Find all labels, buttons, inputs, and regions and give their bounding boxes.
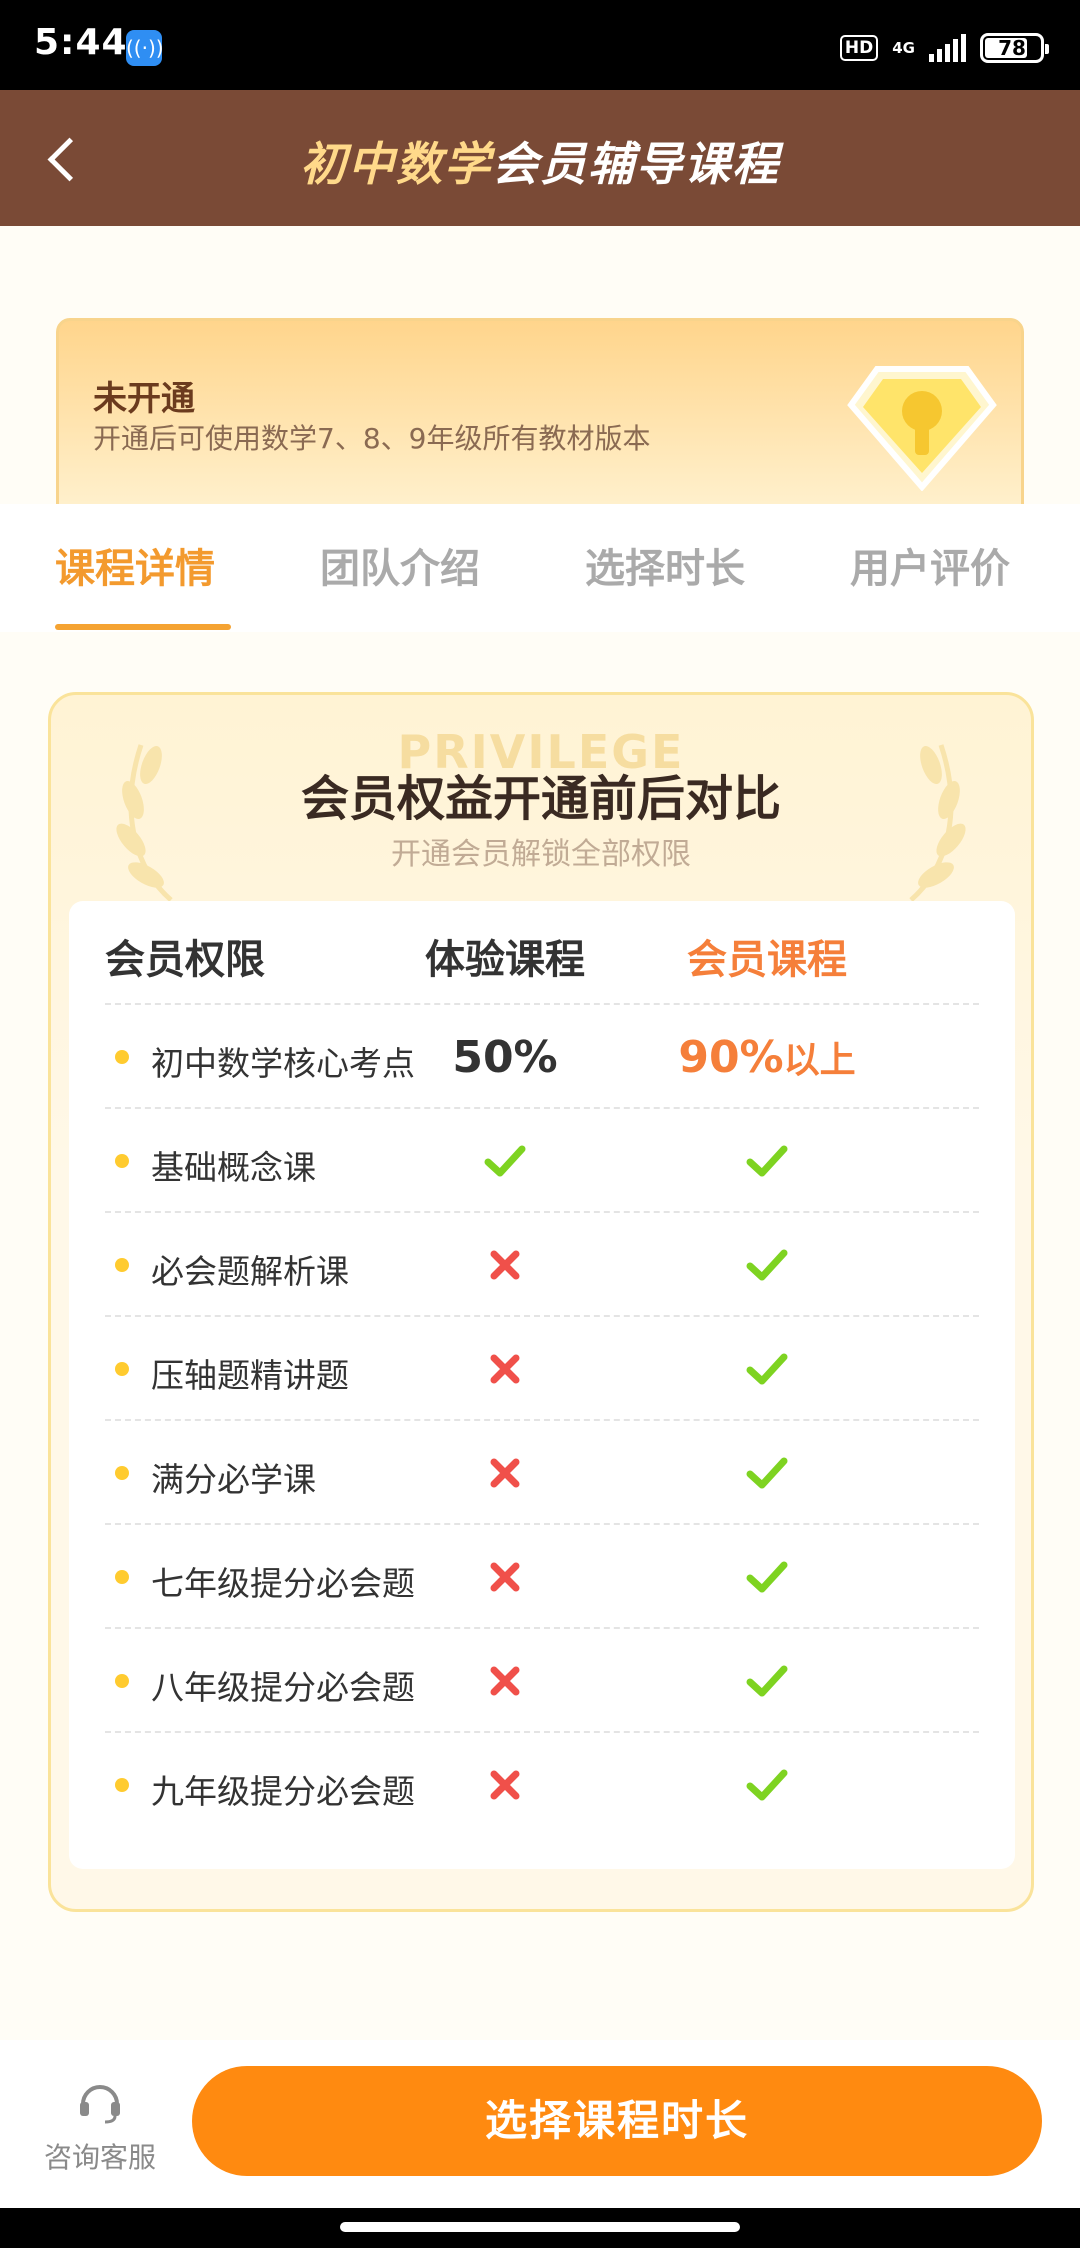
hd-badge: HD — [839, 35, 879, 61]
customer-service-button[interactable]: 咨询客服 — [30, 2076, 170, 2196]
cross-icon — [490, 1666, 520, 1696]
feature-name: 基础概念课 — [151, 1148, 316, 1187]
feature-name: 压轴题精讲题 — [151, 1356, 349, 1395]
comparison-panel: PRIVILEGE 会员权益开通前后对比 开通会员解锁全部权限 会员权限 体验课… — [48, 692, 1034, 1912]
feature-name: 七年级提分必会题 — [151, 1564, 415, 1603]
check-icon — [746, 1665, 788, 1697]
comparison-table: 会员权限 体验课程 会员课程 初中数学核心考点 50% 90% 以上基础概念课必会题解… — [69, 901, 1015, 1869]
trial-check-cell — [415, 1109, 595, 1213]
bullet-dot-icon — [115, 1570, 129, 1584]
home-indicator[interactable] — [340, 2222, 740, 2232]
member-value-cell: 90% 以上 — [667, 1005, 867, 1109]
comparison-subtitle: 开通会员解锁全部权限 — [391, 837, 691, 872]
check-icon — [746, 1249, 788, 1281]
trial-value-cell: 50% — [415, 1005, 595, 1109]
check-icon — [484, 1145, 526, 1177]
battery-icon: 78 — [980, 33, 1049, 63]
header-bar: 初中数学会员辅导课程 — [0, 90, 1080, 226]
signal-icon — [929, 34, 966, 62]
trial-cross-cell — [415, 1421, 595, 1525]
comparison-title: 会员权益开通前后对比 — [300, 771, 781, 827]
membership-card: 未开通 开通后可使用数学7、8、9年级所有教材版本 — [56, 318, 1024, 508]
member-percentage: 90% — [678, 1031, 784, 1083]
table-header: 会员权限 体验课程 会员课程 — [105, 901, 979, 1005]
trial-percentage: 50% — [452, 1031, 558, 1083]
diamond-badge-icon — [847, 366, 997, 491]
cross-icon — [490, 1354, 520, 1384]
cross-icon — [490, 1770, 520, 1800]
member-check-cell — [667, 1733, 867, 1837]
feature-name: 满分必学课 — [151, 1460, 316, 1499]
hotspot-icon: ((·)) — [126, 30, 164, 66]
page-title: 初中数学会员辅导课程 — [0, 128, 1080, 194]
choose-duration-button[interactable]: 选择课程时长 — [192, 2066, 1042, 2176]
header-permission: 会员权限 — [105, 937, 265, 983]
feature-name: 八年级提分必会题 — [151, 1668, 415, 1707]
feature-name: 九年级提分必会题 — [151, 1772, 415, 1811]
header-trial-course: 体验课程 — [425, 937, 585, 983]
table-row: 七年级提分必会题 — [105, 1525, 979, 1629]
tab-course-details[interactable]: 课程详情 — [55, 536, 215, 594]
navigation-bar — [0, 2208, 1080, 2248]
table-row: 九年级提分必会题 — [105, 1733, 979, 1837]
trial-cross-cell — [415, 1733, 595, 1837]
table-row: 必会题解析课 — [105, 1213, 979, 1317]
member-check-cell — [667, 1317, 867, 1421]
status-indicators: HD 4G 78 — [839, 28, 1049, 68]
page-title-rest: 会员辅导课程 — [492, 137, 780, 191]
bullet-dot-icon — [115, 1778, 129, 1792]
trial-cross-cell — [415, 1317, 595, 1421]
status-time: 5:44 — [34, 22, 128, 63]
member-check-cell — [667, 1629, 867, 1733]
header-member-course: 会员课程 — [687, 937, 847, 983]
cross-icon — [490, 1562, 520, 1592]
membership-description: 开通后可使用数学7、8、9年级所有教材版本 — [93, 422, 651, 455]
tab-active-indicator — [55, 624, 231, 630]
trial-cross-cell — [415, 1525, 595, 1629]
customer-service-label: 咨询客服 — [43, 2141, 156, 2174]
check-icon — [746, 1769, 788, 1801]
table-row: 满分必学课 — [105, 1421, 979, 1525]
member-check-cell — [667, 1213, 867, 1317]
bullet-dot-icon — [115, 1362, 129, 1376]
member-percentage-suffix: 以上 — [783, 1040, 856, 1081]
tab-user-reviews[interactable]: 用户评价 — [850, 536, 1010, 594]
bullet-dot-icon — [115, 1050, 129, 1064]
member-check-cell — [667, 1421, 867, 1525]
check-icon — [746, 1353, 788, 1385]
member-check-cell — [667, 1525, 867, 1629]
bullet-dot-icon — [115, 1258, 129, 1272]
status-bar: 5:44 ((·)) HD 4G 78 — [0, 0, 1080, 90]
trial-cross-cell — [415, 1629, 595, 1733]
tab-bar: 课程详情 团队介绍 选择时长 用户评价 — [0, 504, 1080, 632]
bullet-dot-icon — [115, 1466, 129, 1480]
table-row: 基础概念课 — [105, 1109, 979, 1213]
bullet-dot-icon — [115, 1674, 129, 1688]
table-row: 初中数学核心考点 50% 90% 以上 — [105, 1005, 979, 1109]
cross-icon — [490, 1250, 520, 1280]
page-title-highlight: 初中数学 — [300, 137, 492, 191]
feature-name: 必会题解析课 — [151, 1252, 349, 1291]
tab-choose-duration[interactable]: 选择时长 — [585, 536, 745, 594]
bullet-dot-icon — [115, 1154, 129, 1168]
table-row: 八年级提分必会题 — [105, 1629, 979, 1733]
table-row: 压轴题精讲题 — [105, 1317, 979, 1421]
tab-team-intro[interactable]: 团队介绍 — [320, 536, 480, 594]
check-icon — [746, 1145, 788, 1177]
trial-cross-cell — [415, 1213, 595, 1317]
network-type: 4G — [892, 39, 915, 57]
membership-status: 未开通 — [93, 379, 195, 419]
check-icon — [746, 1561, 788, 1593]
check-icon — [746, 1457, 788, 1489]
feature-name: 初中数学核心考点 — [151, 1044, 415, 1083]
battery-level: 78 — [998, 36, 1026, 60]
member-check-cell — [667, 1109, 867, 1213]
bottom-action-bar: 咨询客服 选择课程时长 — [0, 2040, 1080, 2208]
cross-icon — [490, 1458, 520, 1488]
headset-icon — [80, 2085, 120, 2124]
